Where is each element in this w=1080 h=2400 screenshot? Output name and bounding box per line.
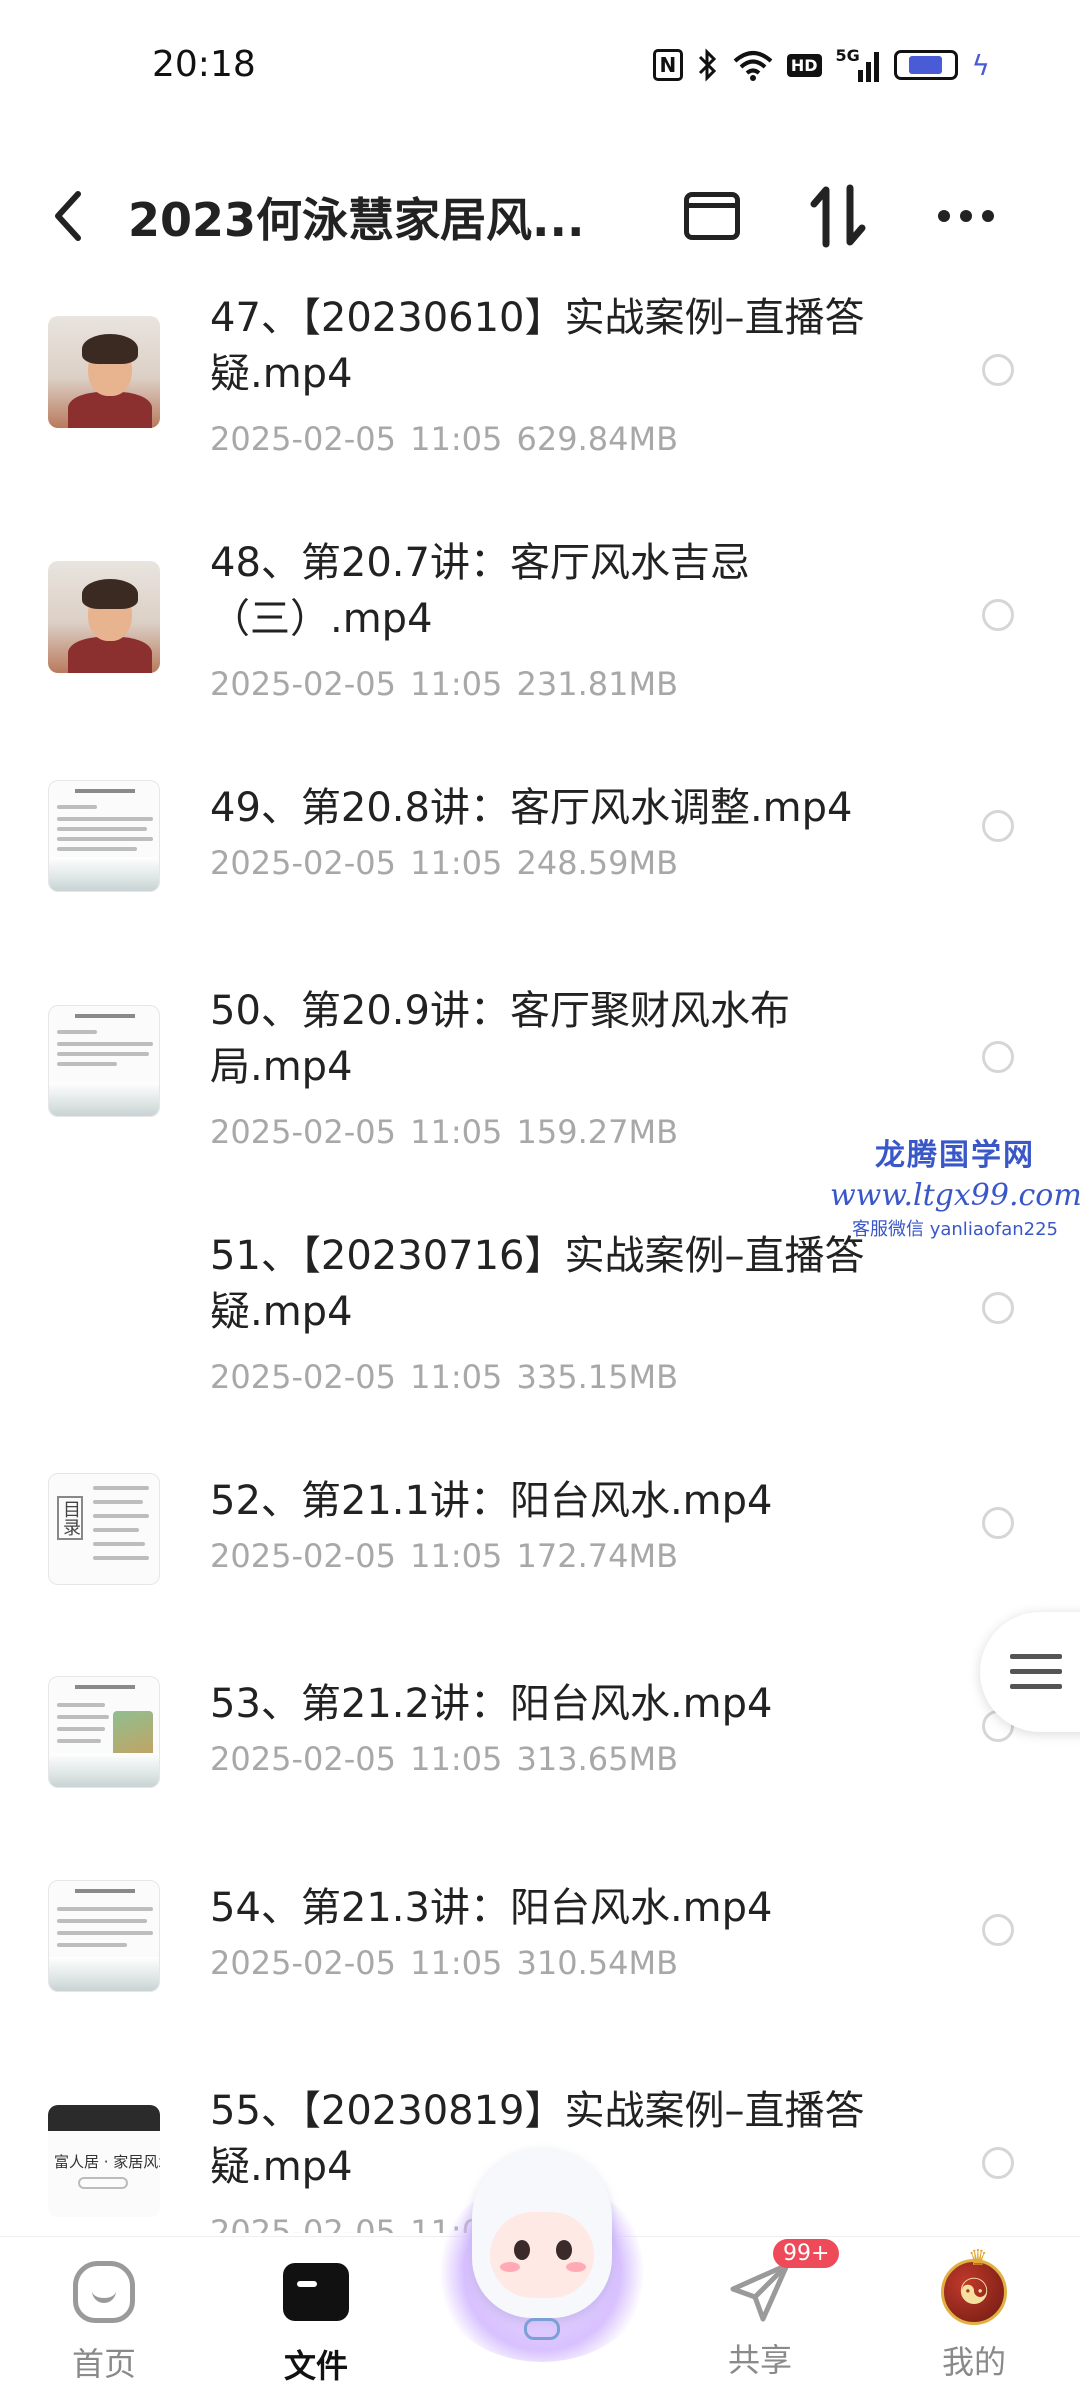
file-row[interactable]: 51、【20230716】实战案例–直播答疑.mp4 2025-02-05 11…: [0, 1228, 1080, 1468]
file-row[interactable]: 54、第21.3讲：阳台风水.mp4 2025-02-05 11:05 310.…: [0, 1880, 1080, 2080]
file-name: 51、【20230716】实战案例–直播答疑.mp4: [210, 1233, 865, 1335]
select-radio[interactable]: [982, 1507, 1014, 1539]
5g-signal-icon: 5G: [836, 48, 880, 82]
file-name: 47、【20230610】实战案例–直播答疑.mp4: [210, 295, 865, 397]
page-title: 2023何泳慧家居风...: [128, 193, 585, 247]
video-thumbnail: [48, 780, 160, 892]
select-radio[interactable]: [982, 810, 1014, 842]
status-icons: N HD 5G ϟ: [652, 48, 990, 82]
mascot-button[interactable]: [432, 2142, 652, 2362]
tab-share[interactable]: 99+ 共享: [690, 2239, 840, 2397]
file-meta: 2025-02-05 11:05 172.74MB: [210, 1537, 679, 1575]
file-name: 48、第20.7讲：客厅风水吉忌（三）.mp4: [210, 540, 750, 642]
file-row[interactable]: 目录 52、第21.1讲：阳台风水.mp4 2025-02-05 11:05 1…: [0, 1473, 1080, 1673]
tab-label: 首页: [71, 2345, 136, 2383]
sort-icon: [810, 184, 866, 248]
sort-button[interactable]: [802, 180, 874, 252]
tab-home[interactable]: 首页: [34, 2257, 174, 2397]
select-radio[interactable]: [982, 1041, 1014, 1073]
tab-label: 我的: [941, 2343, 1006, 2381]
select-radio[interactable]: [982, 599, 1014, 631]
file-meta: 2025-02-05 11:05 248.59MB: [210, 844, 679, 882]
file-row[interactable]: 53、第21.2讲：阳台风水.mp4 2025-02-05 11:05 313.…: [0, 1676, 1080, 1876]
video-thumbnail: 富人居 · 家居风水初阶班: [48, 2105, 160, 2217]
tab-label: 共享: [727, 2341, 792, 2379]
avatar-icon: ♛ ☯: [941, 2246, 1007, 2325]
video-thumbnail: 目录: [48, 1473, 160, 1585]
more-icon: [938, 210, 994, 222]
file-row[interactable]: 48、第20.7讲：客厅风水吉忌（三）.mp4 2025-02-05 11:05…: [0, 535, 1080, 775]
video-thumbnail: [48, 1880, 160, 1992]
tab-me[interactable]: ♛ ☯ 我的: [904, 2246, 1044, 2397]
file-meta: 2025-02-05 11:05 313.65MB: [210, 1740, 679, 1778]
back-button[interactable]: [50, 176, 100, 256]
wifi-icon: [733, 49, 773, 81]
archive-button[interactable]: [676, 180, 748, 252]
file-meta: 2025-02-05 11:05 629.84MB: [210, 420, 679, 458]
select-radio[interactable]: [982, 1914, 1014, 1946]
charging-icon: ϟ: [971, 48, 990, 82]
select-radio[interactable]: [982, 2147, 1014, 2179]
home-icon: [73, 2261, 135, 2323]
more-button[interactable]: [930, 180, 1002, 252]
share-badge: 99+: [773, 2239, 840, 2268]
file-row[interactable]: 50、第20.9讲：客厅聚财风水布局.mp4 2025-02-05 11:05 …: [0, 983, 1080, 1223]
select-radio[interactable]: [982, 354, 1014, 386]
file-meta: 2025-02-05 11:05 335.15MB: [210, 1358, 679, 1396]
hd-icon: HD: [786, 53, 822, 77]
tab-label: 文件: [283, 2347, 348, 2385]
tab-files[interactable]: 文件: [246, 2257, 386, 2397]
video-thumbnail: [48, 1676, 160, 1788]
bluetooth-icon: [697, 48, 719, 82]
video-thumbnail: [48, 561, 160, 673]
folder-icon: [283, 2263, 349, 2321]
file-meta: 2025-02-05 11:05 231.81MB: [210, 665, 679, 703]
select-radio[interactable]: [982, 1292, 1014, 1324]
archive-icon: [684, 192, 740, 240]
status-bar: 20:18 N HD 5G ϟ: [0, 0, 1080, 140]
status-time: 20:18: [152, 44, 256, 85]
header: 2023何泳慧家居风...: [0, 140, 1080, 290]
file-row[interactable]: 49、第20.8讲：客厅风水调整.mp4 2025-02-05 11:05 24…: [0, 780, 1080, 980]
file-meta: 2025-02-05 11:05 310.54MB: [210, 1944, 679, 1982]
file-name: 50、第20.9讲：客厅聚财风水布局.mp4: [210, 988, 790, 1090]
file-name: 49、第20.8讲：客厅风水调整.mp4: [210, 785, 853, 831]
file-row[interactable]: 47、【20230610】实战案例–直播答疑.mp4 2025-02-05 11…: [0, 290, 1080, 530]
file-meta: 2025-02-05 11:05 159.27MB: [210, 1113, 679, 1151]
nfc-icon: N: [652, 49, 683, 81]
video-thumbnail: [48, 1005, 160, 1117]
file-name: 52、第21.1讲：阳台风水.mp4: [210, 1478, 773, 1524]
file-name: 54、第21.3讲：阳台风水.mp4: [210, 1885, 773, 1931]
menu-icon: [1010, 1654, 1062, 1689]
battery-icon: [893, 50, 958, 80]
video-thumbnail: [48, 316, 160, 428]
file-name: 53、第21.2讲：阳台风水.mp4: [210, 1681, 773, 1727]
